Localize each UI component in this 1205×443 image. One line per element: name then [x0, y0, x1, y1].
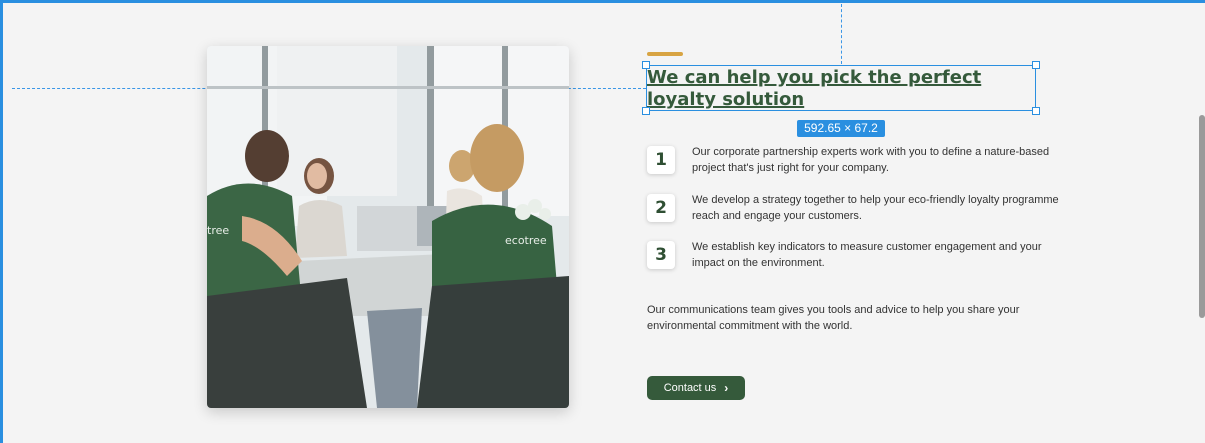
resize-handle-bottom-left[interactable] — [642, 107, 650, 115]
alignment-guide-vertical — [841, 4, 842, 64]
step-text: Our corporate partnership experts work w… — [692, 146, 1050, 174]
step-item: 3 We establish key indicators to measure… — [647, 241, 1067, 281]
step-item: 1 Our corporate partnership experts work… — [647, 146, 1067, 186]
step-item: 2 We develop a strategy together to help… — [647, 194, 1067, 234]
resize-handle-bottom-right[interactable] — [1032, 107, 1040, 115]
step-number: 2 — [647, 194, 675, 222]
section-heading-text: We can help you pick the perfect loyalty… — [647, 67, 982, 110]
contact-us-button[interactable]: Contact us › — [647, 376, 745, 400]
step-text: We establish key indicators to measure c… — [692, 241, 1042, 269]
scrollbar-thumb[interactable] — [1199, 115, 1205, 318]
team-meeting-photo: ecotree tree — [207, 46, 569, 408]
chevron-right-icon: › — [724, 381, 729, 395]
resize-handle-top-right[interactable] — [1032, 61, 1040, 69]
communications-paragraph: Our communications team gives you tools … — [647, 304, 1020, 332]
contact-us-label: Contact us — [663, 382, 717, 394]
step-text: We develop a strategy together to help y… — [692, 194, 1059, 222]
step-number: 1 — [647, 146, 675, 174]
step-number: 3 — [647, 241, 675, 269]
heading-accent-bar — [647, 52, 683, 56]
resize-handle-top-left[interactable] — [642, 61, 650, 69]
section-heading[interactable]: We can help you pick the perfect loyalty… — [647, 67, 1041, 111]
selection-size-badge: 592.65 × 67.2 — [797, 120, 885, 137]
